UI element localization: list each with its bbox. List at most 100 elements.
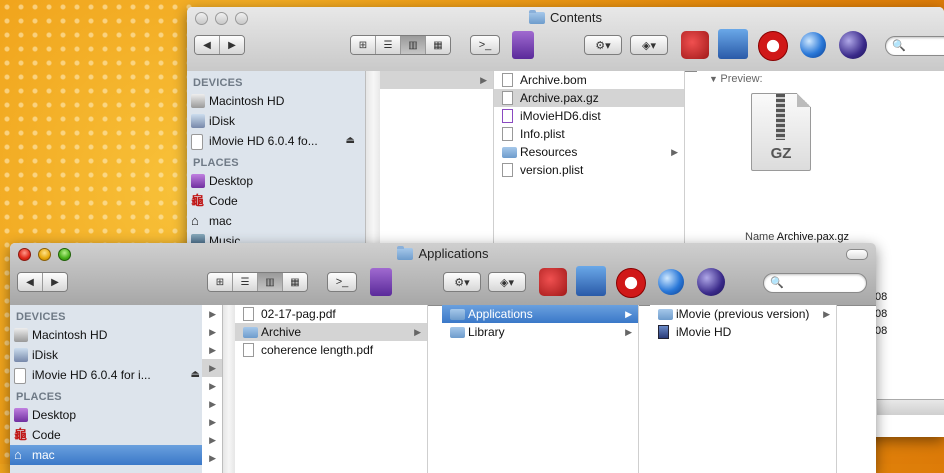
- eclipse-icon[interactable]: [697, 268, 725, 296]
- dropbox-button[interactable]: ◈▾: [488, 272, 526, 292]
- list-item[interactable]: Applications ▶: [442, 305, 638, 323]
- terminal-button[interactable]: >_: [470, 35, 500, 55]
- list-item[interactable]: ▶: [202, 431, 222, 449]
- column-scrollbar[interactable]: [222, 305, 235, 473]
- action-button[interactable]: ⚙▾: [443, 272, 481, 292]
- desktop-icon: [191, 174, 205, 188]
- home-icon: ⌂: [14, 447, 22, 462]
- hard-drive-icon: [14, 328, 28, 342]
- list-item[interactable]: 02-17-pag.pdf: [235, 305, 427, 323]
- eject-icon[interactable]: ⏏: [191, 365, 200, 385]
- icon-view-button[interactable]: ⊞: [208, 273, 233, 291]
- toolbox-icon[interactable]: [539, 268, 567, 296]
- list-item[interactable]: iMovie (previous version) ▶: [650, 305, 836, 323]
- list-item[interactable]: ▶: [202, 377, 222, 395]
- sidebar-item-idisk[interactable]: iDisk: [10, 345, 202, 365]
- piano-app-icon[interactable]: [616, 268, 646, 298]
- list-item[interactable]: Library ▶: [442, 323, 638, 341]
- screen-sharing-icon[interactable]: [576, 266, 606, 296]
- list-item[interactable]: coherence length.pdf: [235, 341, 427, 359]
- view-buttons: ⊞ ☰ ▥ ▦: [350, 35, 451, 55]
- idisk-icon: [191, 114, 205, 128]
- list-item[interactable]: Info.plist: [494, 125, 684, 143]
- action-button[interactable]: ⚙▾: [584, 35, 622, 55]
- list-item[interactable]: ▶: [202, 449, 222, 467]
- list-item[interactable]: iMovie HD: [650, 323, 836, 341]
- sidebar-item-imovie-disk[interactable]: iMovie HD 6.0.4 for i... ⏏: [10, 365, 202, 385]
- list-item[interactable]: ▶: [202, 413, 222, 431]
- chevron-right-icon: ▶: [209, 309, 216, 319]
- chevron-right-icon: ▶: [625, 309, 632, 319]
- sidebar-item-imovie-disk[interactable]: iMovie HD 6.0.4 fo... ⏏: [187, 131, 365, 151]
- list-item[interactable]: Resources ▶: [494, 143, 684, 161]
- folder-icon: [502, 147, 517, 158]
- list-item[interactable]: ▶: [380, 71, 493, 89]
- sidebar-item-mac[interactable]: ⌂ mac: [187, 211, 365, 231]
- desktop-icon: [14, 408, 28, 422]
- eject-icon[interactable]: ⏏: [346, 131, 355, 151]
- eclipse-icon[interactable]: [839, 31, 867, 59]
- coverflow-view-button[interactable]: ▦: [426, 36, 450, 54]
- back-button[interactable]: ◀: [18, 273, 43, 291]
- piano-app-icon[interactable]: [758, 31, 788, 61]
- imovie-app-icon: [658, 325, 669, 339]
- chevron-right-icon: ▶: [209, 399, 216, 409]
- coverflow-view-button[interactable]: ▦: [283, 273, 307, 291]
- column-3: iMovie (previous version) ▶ iMovie HD: [650, 305, 837, 473]
- chevron-right-icon: ▶: [209, 453, 216, 463]
- sidebar-item-code[interactable]: 龜 Code: [10, 425, 202, 445]
- list-item[interactable]: ▶: [202, 323, 222, 341]
- column-view-button[interactable]: ▥: [401, 36, 426, 54]
- chevron-down-icon: ▼: [709, 74, 721, 84]
- folder-icon: [658, 309, 673, 320]
- list-view-button[interactable]: ☰: [376, 36, 401, 54]
- list-item[interactable]: ▶: [202, 341, 222, 359]
- list-item[interactable]: Archive ▶: [235, 323, 427, 341]
- column-view-button[interactable]: ▥: [258, 273, 283, 291]
- sidebar-item-desktop[interactable]: Desktop: [10, 405, 202, 425]
- preview-label: ▼ Preview:: [709, 73, 763, 85]
- column-0: ▶ ▶ ▶ ▶ ▶ ▶ ▶ ▶ ▶: [202, 305, 223, 473]
- chevron-right-icon: ▶: [209, 345, 216, 355]
- toolbar-toggle-button[interactable]: [846, 249, 868, 260]
- list-item[interactable]: Archive.pax.gz: [494, 89, 684, 107]
- file-icon: [502, 91, 513, 105]
- icon-view-button[interactable]: ⊞: [351, 36, 376, 54]
- sidebar-item-mac[interactable]: ⌂ mac: [10, 445, 202, 465]
- gz-archive-icon: GZ: [751, 93, 811, 171]
- screen-sharing-icon[interactable]: [718, 29, 748, 59]
- folder-icon: [528, 10, 545, 24]
- search-field[interactable]: 🔍: [763, 273, 867, 293]
- back-button[interactable]: ◀: [195, 36, 220, 54]
- window-title: Contents: [187, 10, 944, 25]
- app-purple-icon[interactable]: [370, 268, 392, 296]
- sidebar-item-code[interactable]: 龜 Code: [187, 191, 365, 211]
- forward-button[interactable]: ▶: [43, 273, 67, 291]
- places-header: PLACES: [16, 391, 62, 403]
- forward-button[interactable]: ▶: [220, 36, 244, 54]
- sidebar-item-macintosh-hd[interactable]: Macintosh HD: [187, 91, 365, 111]
- list-item[interactable]: iMovieHD6.dist: [494, 107, 684, 125]
- app-purple-icon[interactable]: [512, 31, 534, 59]
- list-item[interactable]: Archive.bom: [494, 71, 684, 89]
- sidebar-item-macintosh-hd[interactable]: Macintosh HD: [10, 325, 202, 345]
- list-item[interactable]: ▶: [202, 359, 222, 377]
- list-view-button[interactable]: ☰: [233, 273, 258, 291]
- titlebar: Contents ◀ ▶ ⊞ ☰ ▥ ▦ >_ ⚙▾ ◈▾ 🔍: [187, 7, 944, 72]
- globe-icon[interactable]: [658, 269, 684, 295]
- globe-icon[interactable]: [800, 32, 826, 58]
- list-item[interactable]: ▶: [202, 305, 222, 323]
- toolbox-icon[interactable]: [681, 31, 709, 59]
- chevron-right-icon: ▶: [414, 327, 421, 337]
- code-icon: 龜: [14, 427, 28, 442]
- back-window-scrollbar[interactable]: [877, 399, 944, 415]
- pdf-file-icon: [243, 307, 254, 321]
- terminal-button[interactable]: >_: [327, 272, 357, 292]
- list-item[interactable]: ▶: [202, 395, 222, 413]
- sidebar-item-idisk[interactable]: iDisk: [187, 111, 365, 131]
- list-item[interactable]: version.plist: [494, 161, 684, 179]
- sidebar-item-desktop[interactable]: Desktop: [187, 171, 365, 191]
- dropbox-button[interactable]: ◈▾: [630, 35, 668, 55]
- search-field[interactable]: 🔍: [885, 36, 944, 56]
- places-header: PLACES: [193, 157, 239, 169]
